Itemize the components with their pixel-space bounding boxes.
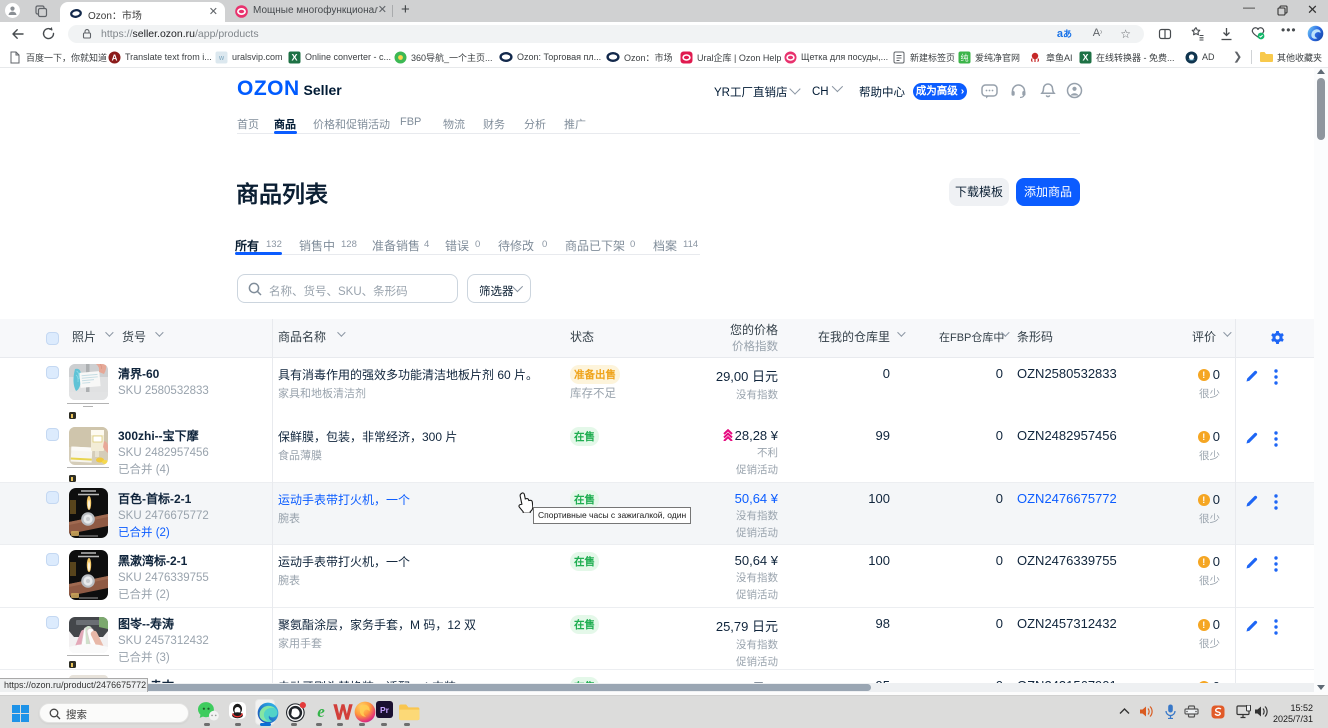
- svg-text:X: X: [1082, 52, 1088, 62]
- svg-text:A: A: [111, 53, 117, 62]
- svg-text:X: X: [291, 52, 297, 62]
- svg-text:w: w: [217, 55, 224, 62]
- svg-text:纯: 纯: [960, 52, 968, 62]
